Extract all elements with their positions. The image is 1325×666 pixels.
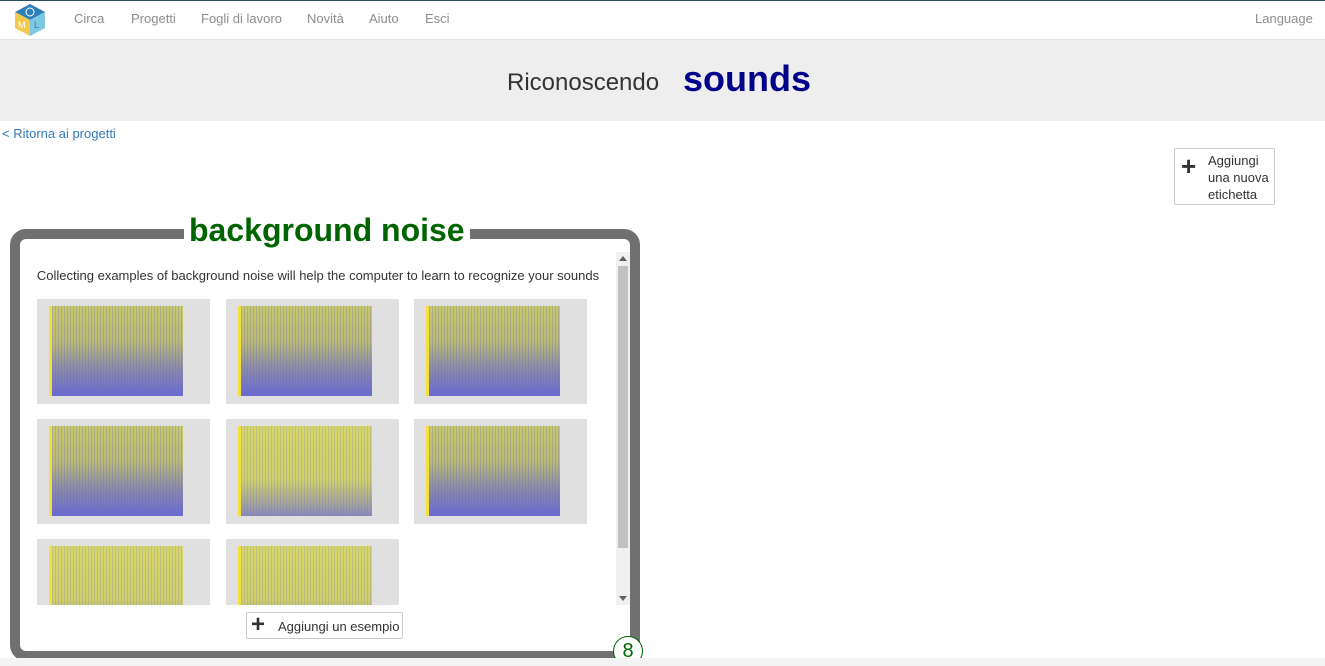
back-to-projects-link[interactable]: < Ritorna ai progetti xyxy=(2,126,116,141)
nav-help[interactable]: Aiuto xyxy=(369,11,399,26)
add-example-button[interactable]: + Aggiungi un esempio xyxy=(246,612,403,639)
nav-worksheets[interactable]: Fogli di lavoro xyxy=(201,11,282,26)
scroll-up-arrow-icon[interactable] xyxy=(619,256,627,261)
plus-icon: + xyxy=(251,611,266,638)
examples-list[interactable]: Collecting examples of background noise … xyxy=(20,252,630,605)
nav-news[interactable]: Novità xyxy=(307,11,344,26)
spectrogram-image xyxy=(426,426,560,516)
sound-example[interactable] xyxy=(37,299,210,404)
page-header: Riconoscendo sounds xyxy=(0,40,1325,121)
svg-text:M: M xyxy=(18,20,26,30)
add-label-button-label: Aggiungi una nuova etichetta xyxy=(1208,153,1269,202)
sound-example[interactable] xyxy=(226,539,399,605)
sound-example[interactable] xyxy=(414,299,587,404)
add-label-button[interactable]: + Aggiungi una nuova etichetta xyxy=(1174,148,1275,205)
sound-example[interactable] xyxy=(226,299,399,404)
sound-example[interactable] xyxy=(414,419,587,524)
spectrogram-image xyxy=(49,546,183,605)
sound-example[interactable] xyxy=(37,419,210,524)
language-menu[interactable]: Language xyxy=(1255,11,1313,26)
sound-example[interactable] xyxy=(37,539,210,605)
spectrogram-image xyxy=(238,546,372,605)
page-title-prefix: Riconoscendo xyxy=(507,69,660,96)
spectrogram-image xyxy=(238,426,372,516)
scroll-down-arrow-icon[interactable] xyxy=(619,596,627,601)
nav-projects[interactable]: Progetti xyxy=(131,11,176,26)
plus-icon: + xyxy=(1181,151,1197,181)
svg-text:L: L xyxy=(34,20,39,30)
top-navbar: M L Circa Progetti Fogli di lavoro Novit… xyxy=(0,0,1325,40)
sound-example[interactable] xyxy=(226,419,399,524)
scrollbar-thumb[interactable] xyxy=(618,266,628,548)
nav-about[interactable]: Circa xyxy=(74,11,104,26)
spectrogram-image xyxy=(49,306,183,396)
spectrogram-image xyxy=(49,426,183,516)
add-example-button-label: Aggiungi un esempio xyxy=(278,619,400,634)
nav-logout[interactable]: Esci xyxy=(425,11,450,26)
spectrogram-image xyxy=(238,306,372,396)
examples-scrollbar[interactable] xyxy=(616,252,630,605)
spectrogram-image xyxy=(426,306,560,396)
project-name: sounds xyxy=(683,58,812,99)
bucket-label-title: background noise xyxy=(184,210,470,250)
page-footer-strip xyxy=(0,658,1325,666)
ml4k-logo[interactable]: M L xyxy=(14,3,46,37)
bucket-hint-text: Collecting examples of background noise … xyxy=(36,268,600,283)
